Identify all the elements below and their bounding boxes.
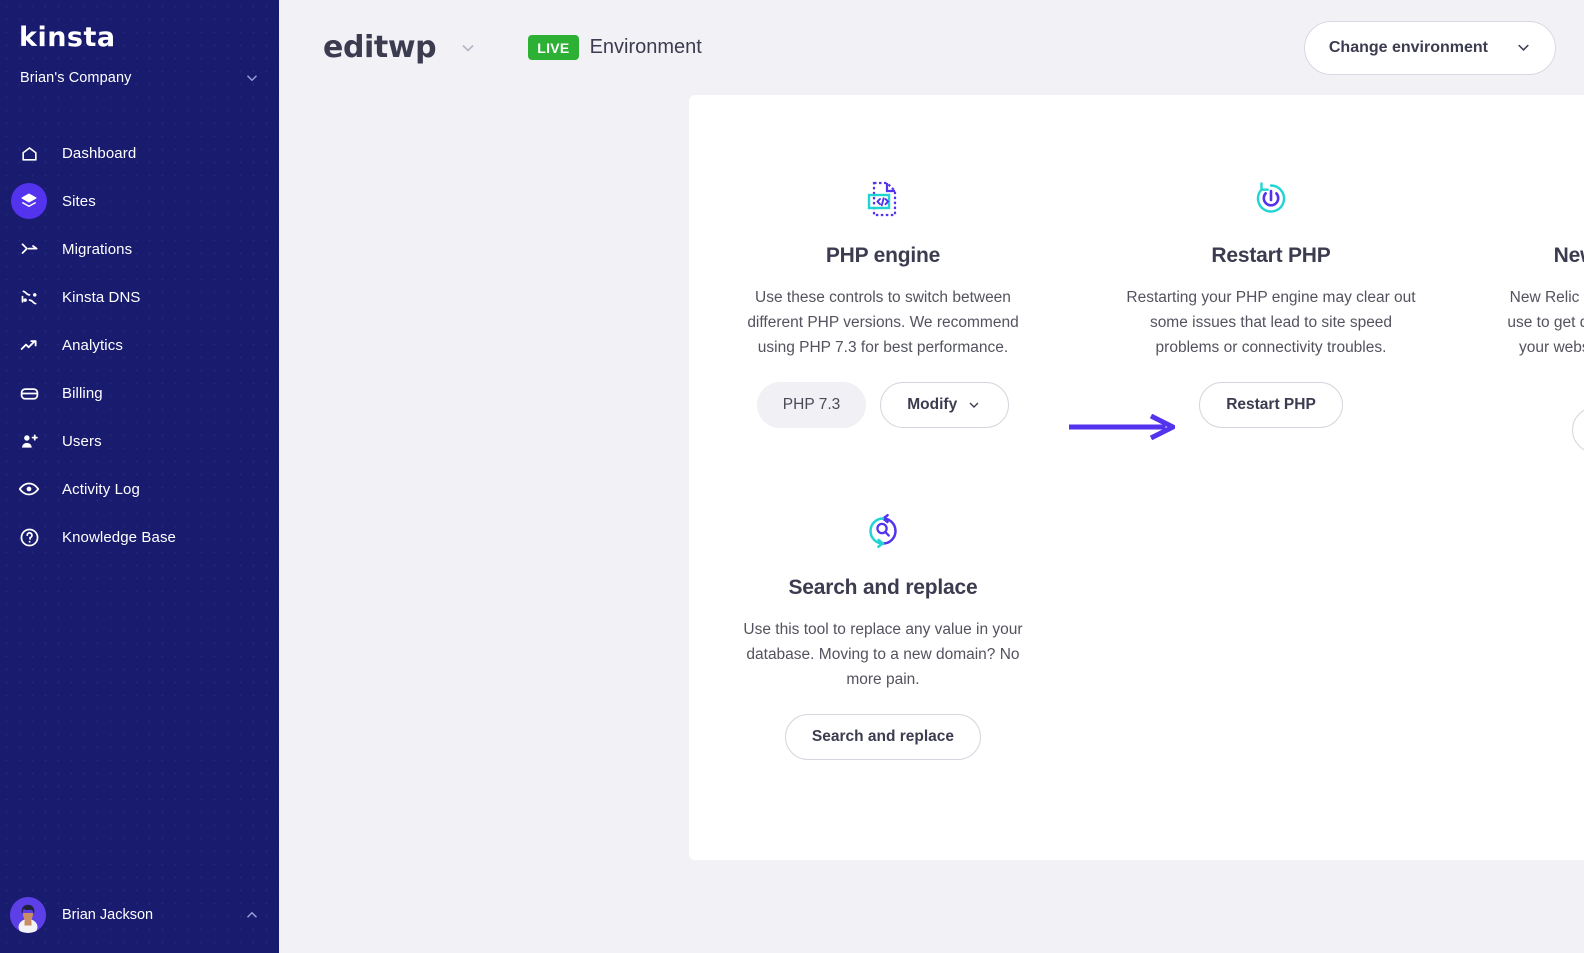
sidebar-item-dashboard[interactable]: Dashboard: [0, 129, 279, 177]
chevron-down-icon: [243, 69, 261, 87]
avatar: [10, 897, 46, 933]
card-slot-empty-2: [1465, 505, 1584, 760]
card-slot-empty-1: [1077, 505, 1465, 760]
card-title: New Relic monitoring: [1553, 244, 1584, 267]
migrations-icon: [11, 231, 47, 267]
card-title: PHP engine: [825, 244, 941, 267]
chevron-down-icon: [1514, 38, 1533, 57]
restart-php-button[interactable]: Restart PHP: [1199, 382, 1343, 428]
dns-nodes-icon: [11, 279, 47, 315]
card-description: New Relic is a PHP monitoring tool you c…: [1507, 289, 1584, 356]
user-name: Brian Jackson: [62, 907, 154, 923]
sidebar-item-label: Analytics: [62, 336, 123, 354]
tools-panel: PHP engine Use these controls to switch …: [689, 95, 1584, 860]
sidebar-item-sites[interactable]: Sites: [0, 177, 279, 225]
code-file-icon: [857, 173, 909, 225]
page-title: editwp: [323, 30, 437, 65]
card-title: Restart PHP: [1211, 244, 1331, 267]
sidebar-item-label: Activity Log: [62, 480, 140, 498]
change-environment-button[interactable]: Change environment: [1303, 20, 1556, 75]
sidebar-item-analytics[interactable]: Analytics: [0, 321, 279, 369]
home-icon: [11, 135, 47, 171]
card-description-wrap: New Relic is a PHP monitoring tool you c…: [1507, 285, 1584, 385]
search-and-replace-button[interactable]: Search and replace: [784, 714, 982, 760]
user-menu[interactable]: Brian Jackson: [0, 877, 279, 953]
card-restart-php: Restart PHP Restarting your PHP engine m…: [1077, 173, 1465, 453]
chevron-up-icon: [243, 906, 261, 924]
php-version-badge: PHP 7.3: [756, 382, 867, 428]
card-description: Use this tool to replace any value in yo…: [743, 621, 1023, 688]
tools-row-2: Search and replace Use this tool to repl…: [689, 505, 1584, 760]
card-search-and-replace: Search and replace Use this tool to repl…: [689, 505, 1077, 760]
kinsta-logo[interactable]: kinsta: [19, 22, 279, 53]
layers-icon: [11, 183, 47, 219]
company-name: Brian's Company: [20, 70, 132, 86]
chevron-down-icon: [966, 397, 982, 413]
sidebar-item-label: Knowledge Base: [62, 528, 176, 546]
question-circle-icon: [11, 519, 47, 555]
card-php-engine: PHP engine Use these controls to switch …: [689, 173, 1077, 453]
environment-label: Environment: [589, 36, 702, 58]
sidebar-item-knowledge-base[interactable]: Knowledge Base: [0, 513, 279, 561]
search-replace-icon: [857, 505, 909, 557]
status-badge: LIVE: [528, 35, 579, 60]
new-relic-actions: Start monitoring: [1571, 407, 1584, 453]
sidebar-nav: Dashboard Sites Migrations Kinsta DNS An…: [0, 129, 279, 561]
sidebar-item-users[interactable]: Users: [0, 417, 279, 465]
sidebar-item-activity-log[interactable]: Activity Log: [0, 465, 279, 513]
restart-php-actions: Restart PHP: [1199, 382, 1343, 428]
tools-row-1: PHP engine Use these controls to switch …: [689, 95, 1584, 453]
sidebar: kinsta Brian's Company Dashboard Sites M…: [0, 0, 279, 953]
sidebar-item-kinsta-dns[interactable]: Kinsta DNS: [0, 273, 279, 321]
eye-icon: [11, 471, 47, 507]
sidebar-item-label: Dashboard: [62, 144, 137, 162]
sidebar-item-label: Users: [62, 432, 102, 450]
php-engine-actions: PHP 7.3 Modify: [756, 382, 1010, 428]
change-environment-label: Change environment: [1328, 38, 1488, 56]
user-plus-icon: [11, 423, 47, 459]
modify-label: Modify: [907, 396, 958, 413]
restart-power-icon: [1245, 173, 1297, 225]
top-bar: editwp LIVE Environment Change environme…: [279, 0, 1584, 95]
sidebar-item-label: Migrations: [62, 240, 133, 258]
modify-php-button[interactable]: Modify: [880, 382, 1010, 428]
sidebar-item-label: Billing: [62, 384, 103, 402]
sidebar-item-label: Sites: [62, 192, 96, 210]
card-new-relic: New Relic monitoring New Relic is a PHP …: [1465, 173, 1584, 453]
main-content: editwp LIVE Environment Change environme…: [279, 0, 1584, 953]
site-switcher-chevron-down-icon[interactable]: [458, 38, 478, 58]
sidebar-item-billing[interactable]: Billing: [0, 369, 279, 417]
sidebar-item-migrations[interactable]: Migrations: [0, 225, 279, 273]
credit-card-icon: [11, 375, 47, 411]
card-description: Use these controls to switch between dif…: [747, 289, 1019, 356]
app-root: kinsta Brian's Company Dashboard Sites M…: [0, 0, 1584, 953]
search-replace-actions: Search and replace: [784, 714, 982, 760]
company-switcher[interactable]: Brian's Company: [20, 69, 261, 87]
card-description: Restarting your PHP engine may clear out…: [1126, 289, 1416, 356]
trend-up-icon: [11, 327, 47, 363]
start-monitoring-button[interactable]: Start monitoring: [1571, 407, 1584, 453]
sidebar-item-label: Kinsta DNS: [62, 288, 141, 306]
card-title: Search and replace: [788, 576, 978, 599]
